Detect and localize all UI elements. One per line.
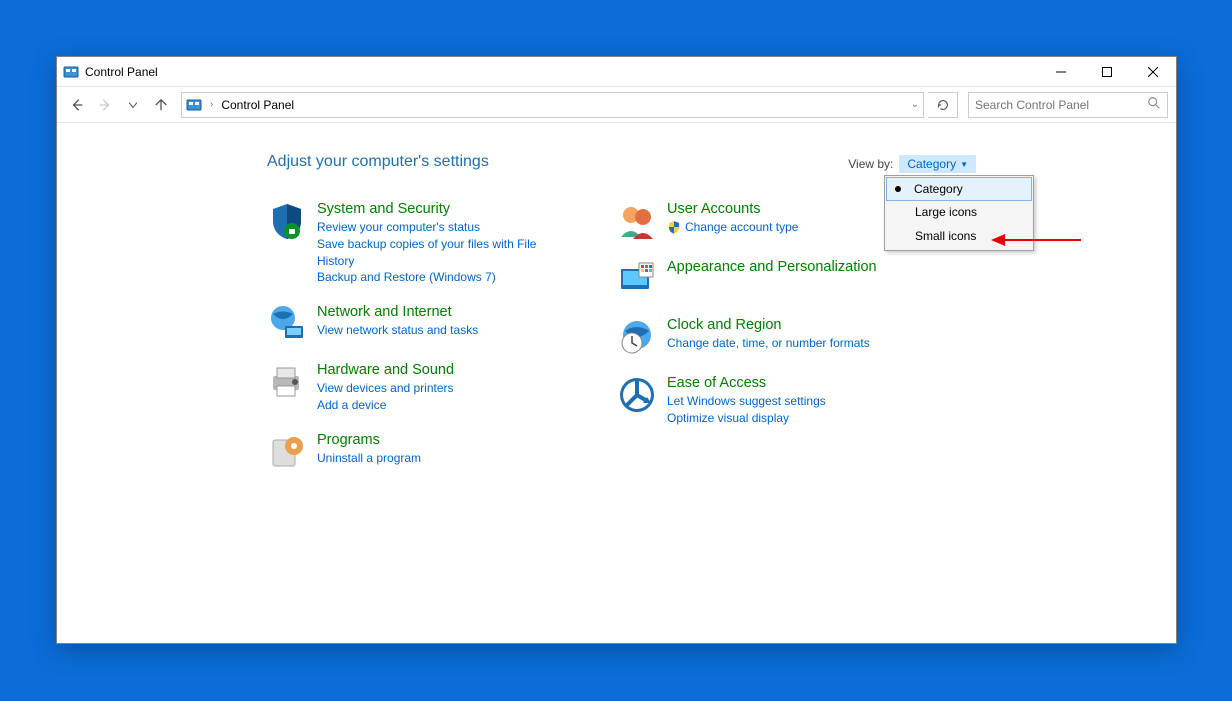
dropdown-item-category[interactable]: Category	[886, 177, 1032, 201]
view-by-row: View by: Category ▼	[848, 155, 976, 173]
category-clock-region: Clock and Region Change date, time, or n…	[617, 317, 927, 357]
categories-left-column: System and Security Review your computer…	[267, 201, 577, 472]
back-button[interactable]	[65, 93, 89, 117]
user-accounts-icon	[617, 201, 657, 241]
personalization-icon	[617, 259, 657, 299]
globe-network-icon	[267, 304, 307, 344]
shield-icon	[267, 201, 307, 241]
sublink[interactable]: Optimize visual display	[667, 410, 826, 427]
search-box[interactable]	[968, 92, 1168, 118]
uac-shield-icon	[667, 220, 681, 234]
control-panel-icon	[186, 97, 202, 113]
content-area: Adjust your computer's settings View by:…	[57, 123, 1176, 643]
up-button[interactable]	[149, 93, 173, 117]
breadcrumb-bar[interactable]: › Control Panel ⌄	[181, 92, 924, 118]
recent-locations-button[interactable]	[121, 93, 145, 117]
chevron-down-icon[interactable]: ⌄	[911, 99, 919, 110]
sublink[interactable]: Change date, time, or number formats	[667, 335, 870, 352]
category-title[interactable]: Ease of Access	[667, 375, 826, 391]
printer-icon	[267, 362, 307, 402]
breadcrumb-root[interactable]: Control Panel	[221, 98, 294, 112]
category-user-accounts: User Accounts Change account type	[617, 201, 927, 241]
category-hardware-sound: Hardware and Sound View devices and prin…	[267, 362, 577, 414]
sublink[interactable]: Add a device	[317, 397, 454, 414]
ease-of-access-icon	[617, 375, 657, 415]
close-button[interactable]	[1130, 57, 1176, 87]
category-title[interactable]: Clock and Region	[667, 317, 870, 333]
view-by-dropdown-button[interactable]: Category ▼	[899, 155, 976, 173]
refresh-button[interactable]	[928, 92, 958, 118]
search-input[interactable]	[975, 98, 1141, 112]
chevron-right-icon[interactable]: ›	[208, 99, 215, 110]
forward-button[interactable]	[93, 93, 117, 117]
category-title[interactable]: User Accounts	[667, 201, 798, 217]
sublink[interactable]: Let Windows suggest settings	[667, 393, 826, 410]
category-title[interactable]: Network and Internet	[317, 304, 478, 320]
search-icon[interactable]	[1147, 96, 1161, 113]
category-title[interactable]: Hardware and Sound	[317, 362, 454, 378]
category-programs: Programs Uninstall a program	[267, 432, 577, 472]
titlebar: Control Panel	[57, 57, 1176, 87]
annotation-arrow	[991, 233, 1081, 247]
sublink-shielded[interactable]: Change account type	[667, 219, 798, 236]
categories-right-column: User Accounts Change account type	[617, 201, 927, 472]
category-network-internet: Network and Internet View network status…	[267, 304, 577, 344]
address-bar: › Control Panel ⌄	[57, 87, 1176, 123]
view-by-label: View by:	[848, 157, 893, 171]
category-ease-of-access: Ease of Access Let Windows suggest setti…	[617, 375, 927, 427]
page-heading: Adjust your computer's settings	[267, 153, 1176, 171]
sublink[interactable]: Backup and Restore (Windows 7)	[317, 269, 577, 286]
control-panel-icon	[63, 64, 79, 80]
dropdown-item-large-icons[interactable]: Large icons	[887, 200, 1031, 224]
minimize-button[interactable]	[1038, 57, 1084, 87]
category-title[interactable]: System and Security	[317, 201, 577, 217]
sublink[interactable]: View network status and tasks	[317, 322, 478, 339]
control-panel-window: Control Panel › Control Panel ⌄	[56, 56, 1177, 644]
sublink[interactable]: Save backup copies of your files with Fi…	[317, 236, 577, 270]
category-appearance-personalization: Appearance and Personalization	[617, 259, 927, 299]
category-title[interactable]: Appearance and Personalization	[667, 259, 877, 275]
sublink[interactable]: Review your computer's status	[317, 219, 577, 236]
maximize-button[interactable]	[1084, 57, 1130, 87]
window-title: Control Panel	[85, 65, 158, 79]
programs-icon	[267, 432, 307, 472]
category-system-security: System and Security Review your computer…	[267, 201, 577, 286]
sublink[interactable]: Uninstall a program	[317, 450, 421, 467]
clock-globe-icon	[617, 317, 657, 357]
sublink[interactable]: View devices and printers	[317, 380, 454, 397]
category-title[interactable]: Programs	[317, 432, 421, 448]
triangle-down-icon: ▼	[960, 160, 968, 169]
